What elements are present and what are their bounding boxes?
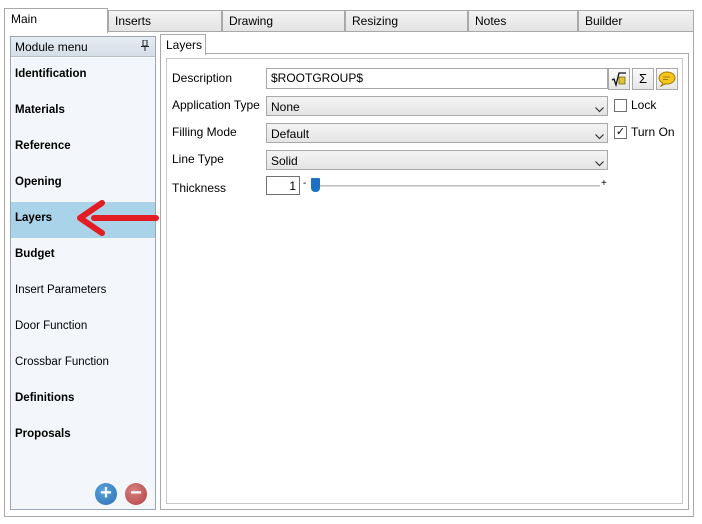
chevron-down-icon [595, 129, 604, 140]
module-item-definitions[interactable]: Definitions [11, 382, 155, 418]
line-type-label: Line Type [172, 152, 224, 166]
module-item-proposals[interactable]: Proposals [11, 418, 155, 454]
application-type-value: None [271, 100, 300, 114]
tab-inserts[interactable]: Inserts [108, 10, 222, 32]
application-type-select[interactable]: None [266, 96, 608, 116]
slider-max-marker: + [601, 178, 607, 189]
slider-min-marker: - [303, 178, 307, 189]
lock-label: Lock [631, 98, 657, 112]
comment-button[interactable] [656, 68, 678, 90]
module-item-reference[interactable]: Reference [11, 130, 155, 166]
tab-main[interactable]: Main [4, 8, 108, 33]
thickness-input[interactable]: 1 [266, 176, 300, 195]
module-item-materials[interactable]: Materials [11, 94, 155, 130]
layers-form: Description $ROOTGROUP$ Σ Application Ty… [166, 58, 683, 504]
description-label: Description [172, 71, 233, 85]
module-menu-panel: Module menu Identification Materials Ref… [10, 36, 156, 510]
module-menu-header: Module menu [11, 37, 155, 57]
module-item-door-function[interactable]: Door Function [11, 310, 155, 346]
module-item-budget[interactable]: Budget [11, 238, 155, 274]
comment-icon [658, 71, 676, 88]
tab-drawing[interactable]: Drawing [222, 10, 345, 32]
sum-button[interactable]: Σ [632, 68, 654, 90]
layers-content: Description $ROOTGROUP$ Σ Application Ty… [160, 53, 689, 510]
tab-resizing[interactable]: Resizing [345, 10, 468, 32]
tab-layers[interactable]: Layers [160, 34, 206, 55]
formula-icon [611, 72, 627, 88]
tab-notes[interactable]: Notes [468, 10, 578, 32]
thickness-slider-track[interactable] [312, 185, 600, 187]
annotation-arrow-icon [72, 197, 162, 240]
tab-builder[interactable]: Builder [578, 10, 694, 32]
filling-mode-select[interactable]: Default [266, 123, 608, 143]
turn-on-label: Turn On [631, 125, 675, 139]
application-type-label: Application Type [172, 98, 260, 112]
lock-checkbox[interactable] [614, 99, 627, 112]
module-menu-list: Identification Materials Reference Openi… [11, 58, 155, 509]
line-type-select[interactable]: Solid [266, 150, 608, 170]
module-item-insert-parameters[interactable]: Insert Parameters [11, 274, 155, 310]
module-item-identification[interactable]: Identification [11, 58, 155, 94]
thickness-label: Thickness [172, 181, 227, 195]
sigma-icon: Σ [638, 71, 648, 86]
turn-on-checkbox[interactable]: ✓ [614, 126, 627, 139]
formula-button[interactable] [608, 68, 630, 90]
description-input[interactable]: $ROOTGROUP$ [266, 68, 608, 89]
thickness-slider-thumb[interactable] [311, 178, 320, 192]
line-type-value: Solid [271, 154, 298, 168]
check-icon: ✓ [615, 126, 626, 138]
chevron-down-icon [595, 156, 604, 167]
remove-module-button[interactable]: − [125, 483, 147, 505]
module-menu-title: Module menu [15, 40, 88, 54]
filling-mode-label: Filling Mode [172, 125, 237, 139]
add-module-button[interactable]: + [95, 483, 117, 505]
filling-mode-value: Default [271, 127, 310, 141]
chevron-down-icon [595, 102, 604, 113]
pin-icon[interactable] [141, 39, 149, 54]
module-item-crossbar-function[interactable]: Crossbar Function [11, 346, 155, 382]
main-tab-strip: Main Inserts Drawing Resizing Notes Buil… [4, 8, 694, 33]
